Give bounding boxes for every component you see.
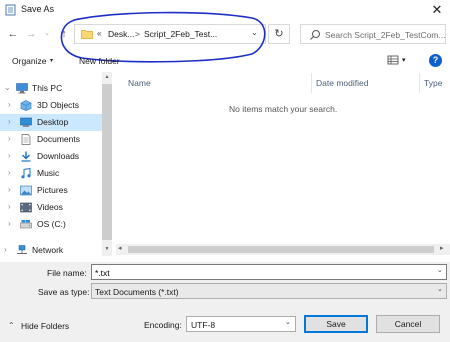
expand-chevron[interactable]: › [8, 168, 11, 177]
sidebar-item-label: This PC [32, 83, 63, 93]
sidebar-item-os-c[interactable]: › OS (C:) [0, 216, 102, 233]
sidebar-scroll-up[interactable]: ▲ [102, 72, 112, 82]
sidebar-item-desktop[interactable]: › Desktop [0, 114, 102, 131]
sidebar-item-label: Network [32, 245, 64, 255]
notepad-icon [5, 4, 16, 16]
hide-folders-button[interactable]: ⌃ Hide Folders [8, 320, 74, 334]
organize-menu[interactable]: Organize [12, 56, 47, 66]
refresh-button[interactable]: ↻ [268, 24, 290, 44]
scroll-right-arrow[interactable]: ▸ [440, 244, 444, 252]
search-input[interactable] [325, 28, 445, 41]
sidebar-item-label: Pictures [37, 185, 68, 195]
sidebar-item-label: Music [37, 168, 60, 178]
navigation-pane: ⌄ This PC › 3D Objects › Desktop › Docum… [0, 72, 114, 262]
save-button[interactable]: Save [304, 315, 368, 333]
sidebar-item-music[interactable]: › Music [0, 165, 102, 182]
computer-icon [16, 83, 28, 94]
help-button[interactable]: ? [429, 54, 442, 67]
column-divider[interactable] [311, 73, 312, 93]
horizontal-scroll-thumb[interactable] [128, 246, 434, 253]
expand-chevron[interactable]: ⌄ [4, 83, 11, 92]
sidebar-item-label: Documents [37, 134, 80, 144]
file-name-input[interactable] [95, 267, 425, 278]
sidebar-item-downloads[interactable]: › Downloads [0, 148, 102, 165]
cube-icon [20, 100, 32, 111]
view-options-icon[interactable] [387, 54, 399, 66]
sidebar-item-videos[interactable]: › Videos [0, 199, 102, 216]
encoding-label: Encoding: [144, 320, 182, 330]
expand-chevron[interactable]: › [8, 117, 11, 126]
expand-chevron[interactable]: › [8, 202, 11, 211]
save-as-type-value[interactable]: Text Documents (*.txt) [95, 287, 179, 297]
videos-icon [20, 202, 32, 213]
column-divider[interactable] [419, 73, 420, 93]
expand-chevron[interactable]: › [8, 219, 11, 228]
desktop-icon [20, 117, 32, 127]
sidebar-item-network[interactable]: › Network [0, 242, 102, 259]
chevron-up-icon: ⌃ [8, 321, 15, 330]
sidebar-item-documents[interactable]: › Documents [0, 131, 102, 148]
encoding-dropdown[interactable]: ⌄ [285, 318, 291, 326]
search-icon [310, 30, 320, 40]
expand-chevron[interactable]: › [4, 245, 7, 254]
sidebar-scroll-down[interactable]: ▼ [102, 244, 112, 254]
column-header-name[interactable]: Name [128, 78, 151, 88]
network-icon [17, 245, 27, 254]
sidebar-item-3d-objects[interactable]: › 3D Objects [0, 97, 102, 114]
sidebar-item-label: OS (C:) [37, 219, 66, 229]
sidebar-item-pictures[interactable]: › Pictures [0, 182, 102, 199]
expand-chevron[interactable]: › [8, 134, 11, 143]
file-name-combobox[interactable] [91, 264, 447, 280]
scroll-left-arrow[interactable]: ◂ [118, 244, 122, 252]
download-icon [21, 151, 31, 162]
hide-folders-label: Hide Folders [21, 321, 70, 331]
sidebar-item-label: Downloads [37, 151, 80, 161]
sidebar-item-label: 3D Objects [37, 100, 80, 110]
forward-button[interactable]: → [24, 27, 38, 41]
save-as-type-dropdown[interactable]: ⌄ [437, 285, 443, 293]
documents-icon [21, 134, 31, 145]
view-dropdown-icon[interactable]: ▾ [402, 56, 406, 64]
file-name-label: File name: [47, 268, 87, 278]
back-button[interactable]: ← [6, 27, 20, 41]
sidebar-item-label: Desktop [37, 117, 69, 127]
expand-chevron[interactable]: › [8, 100, 11, 109]
empty-list-message: No items match your search. [229, 104, 338, 114]
drive-icon [20, 220, 32, 229]
sidebar-item-this-pc[interactable]: ⌄ This PC [0, 80, 102, 97]
expand-chevron[interactable]: › [8, 151, 11, 160]
sidebar-scroll-thumb[interactable] [102, 84, 112, 240]
expand-chevron[interactable]: › [8, 185, 11, 194]
column-header-type[interactable]: Type [424, 78, 442, 88]
search-box[interactable] [300, 24, 446, 44]
sidebar-item-label: Videos [37, 202, 63, 212]
recent-locations-dropdown[interactable]: ⌄ [40, 27, 54, 41]
close-button[interactable]: ✕ [428, 1, 446, 19]
window-title: Save As [21, 4, 55, 14]
column-header-date-modified[interactable]: Date modified [316, 78, 368, 88]
file-name-dropdown[interactable]: ⌄ [437, 266, 443, 274]
organize-dropdown-icon[interactable]: ▾ [50, 57, 53, 64]
new-folder-button[interactable]: New folder [79, 56, 120, 66]
encoding-value[interactable]: UTF-8 [191, 320, 215, 330]
save-as-type-label: Save as type: [38, 287, 90, 297]
music-icon [21, 168, 31, 179]
cancel-button[interactable]: Cancel [376, 315, 440, 333]
pictures-icon [20, 185, 32, 196]
